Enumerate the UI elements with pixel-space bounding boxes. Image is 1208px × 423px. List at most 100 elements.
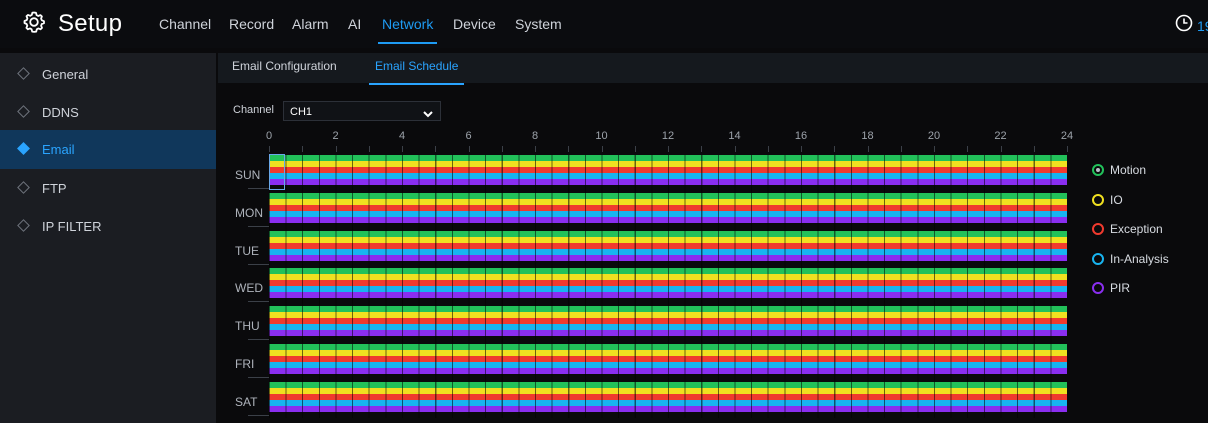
sidebar-item-label: IP FILTER xyxy=(42,219,102,234)
schedule-band-pir xyxy=(269,179,1067,185)
sidebar-item-label: DDNS xyxy=(42,105,79,120)
hour-tick xyxy=(1067,146,1068,152)
legend-label: Motion xyxy=(1110,163,1147,177)
chevron-down-icon xyxy=(422,106,434,118)
hour-tick-label: 2 xyxy=(332,130,339,142)
selection-cursor xyxy=(269,154,285,190)
legend-item-motion[interactable]: Motion xyxy=(1092,162,1146,178)
diamond-icon xyxy=(17,219,30,232)
hour-tick-label: 4 xyxy=(398,130,406,142)
sidebar-item-ip-filter[interactable]: IP FILTER xyxy=(0,207,216,246)
sidebar-item-ftp[interactable]: FTP xyxy=(0,169,216,208)
hour-tick xyxy=(402,146,403,152)
hour-tick-label: 10 xyxy=(595,130,608,142)
setup-logo[interactable]: Setup xyxy=(22,10,122,39)
nav-ai[interactable]: AI xyxy=(348,0,361,48)
diamond-icon xyxy=(17,67,30,80)
hour-tick xyxy=(335,146,337,152)
hour-tick xyxy=(1033,146,1035,152)
schedule-band-pir xyxy=(269,254,1067,261)
top-bar: Setup Channel Record Alarm AI Network De… xyxy=(0,0,1208,48)
schedule-band-pir xyxy=(269,405,1067,412)
radio-icon[interactable] xyxy=(1092,223,1104,235)
hour-tick-label: 14 xyxy=(728,130,741,142)
tab-email-schedule[interactable]: Email Schedule xyxy=(368,53,465,85)
day-tick xyxy=(248,339,269,341)
hour-tick-label: 18 xyxy=(861,130,874,142)
legend-item-pir[interactable]: PIR xyxy=(1092,280,1130,296)
legend-label: Exception xyxy=(1110,222,1163,236)
sidebar-item-general[interactable]: General xyxy=(0,55,216,94)
sidebar-item-email[interactable]: Email xyxy=(0,130,216,169)
schedule-row-sun[interactable] xyxy=(269,155,1067,185)
nav-record[interactable]: Record xyxy=(229,0,274,48)
hour-tick xyxy=(834,146,836,152)
hour-tick xyxy=(801,146,802,152)
schedule-row-mon[interactable] xyxy=(269,192,1067,223)
hour-tick-label: 0 xyxy=(265,130,273,142)
schedule-band-pir xyxy=(269,368,1067,374)
day-tick xyxy=(248,301,269,303)
hour-tick xyxy=(967,146,969,152)
hour-tick xyxy=(1000,146,1002,152)
radio-icon[interactable] xyxy=(1092,282,1104,294)
legend-item-exception[interactable]: Exception xyxy=(1092,221,1163,237)
legend-label: IO xyxy=(1110,192,1123,207)
channel-label: Channel xyxy=(233,104,274,116)
hour-tick xyxy=(934,146,935,152)
schedule-row-fri[interactable] xyxy=(269,344,1067,374)
schedule-band-pir xyxy=(269,216,1067,223)
legend-label: PIR xyxy=(1110,281,1131,295)
hour-tick xyxy=(701,146,703,152)
day-tick xyxy=(248,414,269,416)
hour-tick xyxy=(468,146,470,152)
hour-tick xyxy=(734,146,736,152)
schedule-row-thu[interactable] xyxy=(269,306,1067,337)
legend-item-in-analysis[interactable]: In-Analysis xyxy=(1092,251,1169,267)
day-tick xyxy=(248,225,269,227)
hour-tick xyxy=(368,146,370,152)
day-label: WED xyxy=(235,281,263,296)
hour-tick xyxy=(900,146,902,152)
nav-network[interactable]: Network xyxy=(377,0,438,48)
nav-channel[interactable]: Channel xyxy=(159,0,211,48)
hour-tick-label: 20 xyxy=(927,130,941,142)
day-tick xyxy=(248,188,269,189)
sidebar-item-ddns[interactable]: DDNS xyxy=(0,93,216,132)
tab-email-configuration[interactable]: Email Configuration xyxy=(232,53,337,83)
hour-tick-label: 12 xyxy=(661,130,675,142)
schedule-band-pir xyxy=(269,330,1067,337)
nav-system[interactable]: System xyxy=(515,0,562,48)
diamond-icon xyxy=(17,142,30,155)
nav-alarm[interactable]: Alarm xyxy=(292,0,329,48)
schedule-row-sat[interactable] xyxy=(269,381,1067,412)
hour-tick-label: 6 xyxy=(465,130,472,142)
hour-tick xyxy=(767,146,769,152)
radio-icon[interactable] xyxy=(1092,164,1104,176)
hour-tick-label: 22 xyxy=(994,130,1007,142)
clock-date: 19/03/2 xyxy=(1197,17,1208,34)
day-label: MON xyxy=(235,205,263,220)
hour-tick xyxy=(867,146,869,152)
day-label: FRI xyxy=(235,357,255,371)
sidebar-item-label: FTP xyxy=(42,181,67,196)
diamond-icon xyxy=(17,105,30,118)
hour-tick-label: 16 xyxy=(794,130,808,142)
hour-tick xyxy=(501,146,503,152)
nav-device[interactable]: Device xyxy=(453,0,496,48)
legend-item-io[interactable]: IO xyxy=(1092,192,1123,208)
channel-select[interactable]: CH1 xyxy=(283,101,441,121)
schedule-row-wed[interactable] xyxy=(269,268,1067,299)
sidebar-item-label: General xyxy=(42,67,89,82)
schedule-row-tue[interactable] xyxy=(269,230,1067,261)
clock-icon xyxy=(1175,14,1193,37)
gear-icon xyxy=(22,10,46,39)
radio-icon[interactable] xyxy=(1092,252,1104,265)
day-label: SUN xyxy=(235,168,261,182)
schedule-grid[interactable] xyxy=(269,155,1067,418)
diamond-icon xyxy=(17,181,30,194)
hour-tick-label: 8 xyxy=(531,130,539,142)
schedule-band-pir xyxy=(269,292,1067,299)
radio-icon[interactable] xyxy=(1092,193,1104,206)
day-tick xyxy=(248,377,269,378)
